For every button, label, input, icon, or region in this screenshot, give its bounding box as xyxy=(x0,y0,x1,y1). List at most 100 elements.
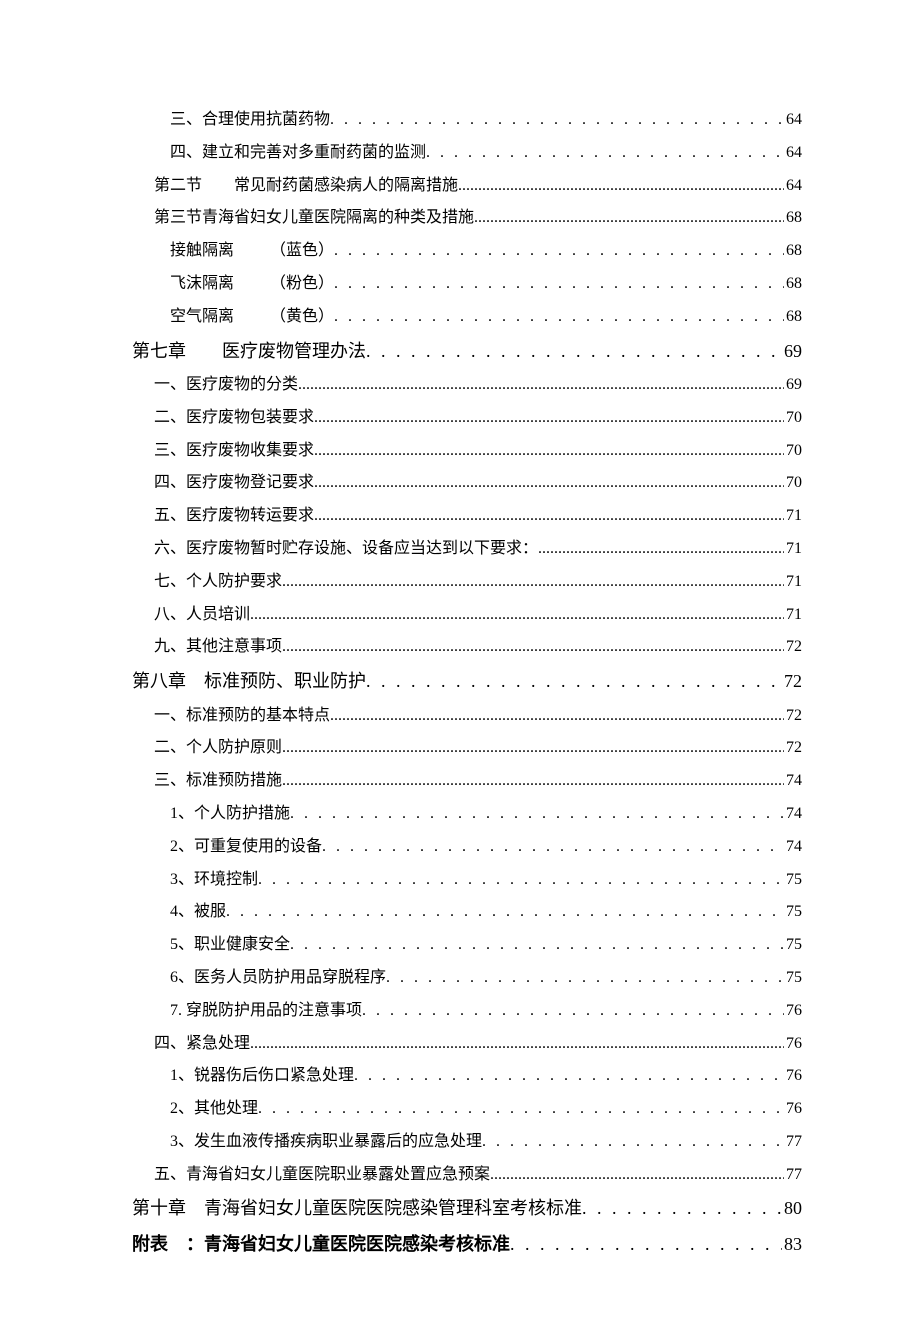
toc-leader xyxy=(250,1034,784,1055)
toc-leader xyxy=(582,1197,782,1220)
toc-leader xyxy=(366,340,782,363)
toc-leader xyxy=(334,307,784,328)
toc-entry: 第十章 青海省妇女儿童医院医院感染管理科室考核标准 80 xyxy=(132,1197,802,1220)
toc-entry: 第八章 标准预防、职业防护72 xyxy=(132,670,802,693)
toc-page-number: 71 xyxy=(784,539,802,560)
toc-label-main: 接触隔离 xyxy=(170,241,270,262)
toc-leader xyxy=(282,738,784,759)
toc-leader xyxy=(250,605,784,626)
toc-page-number: 68 xyxy=(784,208,802,229)
toc-page-number: 76 xyxy=(784,1099,802,1120)
toc-entry: 3、发生血液传播疾病职业暴露后的应急处理77 xyxy=(132,1132,802,1153)
toc-page-number: 68 xyxy=(784,274,802,295)
toc-label: 第二节 常见耐药菌感染病人的隔离措施 xyxy=(154,176,458,197)
toc-leader xyxy=(362,1001,784,1022)
toc-label: 五、青海省妇女儿童医院职业暴露处置应急预案 xyxy=(154,1165,490,1186)
toc-page-number: 80 xyxy=(782,1197,802,1220)
toc-page-number: 68 xyxy=(784,307,802,328)
toc-entry: 三、标准预防措施 74 xyxy=(132,771,802,792)
toc-page-number: 75 xyxy=(784,968,802,989)
toc-entry: 二、医疗废物包装要求70 xyxy=(132,408,802,429)
toc-entry: 第三节青海省妇女儿童医院隔离的种类及措施 68 xyxy=(132,208,802,229)
toc-label: 6、医务人员防护用品穿脱程序 xyxy=(170,968,386,989)
toc-entry: 一、医疗废物的分类 69 xyxy=(132,375,802,396)
toc-leader xyxy=(258,870,784,891)
toc-entry: 1、锐器伤后伤口紧急处理 76 xyxy=(132,1066,802,1087)
toc-label: 二、个人防护原则 xyxy=(154,738,282,759)
toc-page-number: 83 xyxy=(782,1233,802,1256)
toc-leader xyxy=(226,902,784,923)
toc-page-number: 70 xyxy=(784,473,802,494)
toc-leader xyxy=(510,1233,782,1256)
toc-entry: 空气隔离（黄色） 68 xyxy=(132,307,802,328)
toc-label: 3、环境控制 xyxy=(170,870,258,891)
toc-page-number: 68 xyxy=(784,241,802,262)
toc-leader xyxy=(490,1165,784,1186)
toc-entry: 飞沫隔离（粉色） 68 xyxy=(132,274,802,295)
toc-leader xyxy=(314,473,784,494)
toc-page: 三、合理使用抗菌药物64四、建立和完善对多重耐药菌的监测64第二节 常见耐药菌感… xyxy=(0,0,920,1328)
toc-entry: 六、医疗废物暂时贮存设施、设备应当达到以下要求： 71 xyxy=(132,539,802,560)
toc-label-main: 飞沫隔离 xyxy=(170,274,270,295)
toc-page-number: 76 xyxy=(784,1066,802,1087)
toc-page-number: 77 xyxy=(784,1132,802,1153)
toc-page-number: 69 xyxy=(782,340,802,363)
toc-page-number: 75 xyxy=(784,935,802,956)
toc-entry: 五、医疗废物转运要求71 xyxy=(132,506,802,527)
toc-label-note: （黄色） xyxy=(270,307,334,328)
toc-page-number: 72 xyxy=(784,637,802,658)
toc-label: 三、标准预防措施 xyxy=(154,771,282,792)
toc-entry: 七、个人防护要求 71 xyxy=(132,572,802,593)
toc-page-number: 64 xyxy=(784,176,802,197)
toc-entry: 第七章 医疗废物管理办法 69 xyxy=(132,340,802,363)
toc-label: 一、标准预防的基本特点 xyxy=(154,706,330,727)
toc-label-note: （蓝色） xyxy=(270,241,334,262)
toc-page-number: 75 xyxy=(784,902,802,923)
toc-leader xyxy=(334,274,784,295)
toc-page-number: 71 xyxy=(784,506,802,527)
toc-entry: 3、环境控制75 xyxy=(132,870,802,891)
toc-page-number: 69 xyxy=(784,375,802,396)
toc-label: 三、合理使用抗菌药物 xyxy=(170,110,330,131)
toc-page-number: 64 xyxy=(784,143,802,164)
toc-entry: 一、标准预防的基本特点72 xyxy=(132,706,802,727)
toc-label: 4、被服 xyxy=(170,902,226,923)
toc-label: 飞沫隔离（粉色） xyxy=(170,274,334,295)
toc-label: 空气隔离（黄色） xyxy=(170,307,334,328)
toc-leader xyxy=(386,968,784,989)
toc-leader xyxy=(366,670,782,693)
toc-leader xyxy=(458,176,784,197)
toc-leader xyxy=(330,110,784,131)
toc-leader xyxy=(298,375,784,396)
toc-label: 7. 穿脱防护用品的注意事项 xyxy=(170,1001,362,1022)
toc-leader xyxy=(426,143,784,164)
toc-page-number: 76 xyxy=(784,1001,802,1022)
toc-leader xyxy=(482,1132,784,1153)
toc-page-number: 71 xyxy=(784,572,802,593)
toc-leader xyxy=(314,506,784,527)
toc-label: 第十章 青海省妇女儿童医院医院感染管理科室考核标准 xyxy=(132,1197,582,1220)
toc-label: 九、其他注意事项 xyxy=(154,637,282,658)
toc-entry: 四、医疗废物登记要求70 xyxy=(132,473,802,494)
toc-entry: 九、其他注意事项 72 xyxy=(132,637,802,658)
toc-label: 一、医疗废物的分类 xyxy=(154,375,298,396)
toc-page-number: 74 xyxy=(784,771,802,792)
toc-label: 八、人员培训 xyxy=(154,605,250,626)
toc-entry: 1、个人防护措施74 xyxy=(132,804,802,825)
toc-label: 七、个人防护要求 xyxy=(154,572,282,593)
toc-entry: 2、可重复使用的设备74 xyxy=(132,837,802,858)
toc-label: 附表 ：青海省妇女儿童医院医院感染考核标准 xyxy=(132,1233,510,1256)
toc-entry: 八、人员培训71 xyxy=(132,605,802,626)
toc-leader xyxy=(314,441,784,462)
toc-entry: 三、合理使用抗菌药物64 xyxy=(132,110,802,131)
toc-leader xyxy=(282,637,784,658)
toc-page-number: 72 xyxy=(784,738,802,759)
toc-label: 第七章 医疗废物管理办法 xyxy=(132,340,366,363)
toc-entry: 接触隔离（蓝色） 68 xyxy=(132,241,802,262)
toc-label-main: 空气隔离 xyxy=(170,307,270,328)
toc-leader xyxy=(354,1066,784,1087)
toc-label: 六、医疗废物暂时贮存设施、设备应当达到以下要求： xyxy=(154,539,538,560)
toc-label: 第三节青海省妇女儿童医院隔离的种类及措施 xyxy=(154,208,474,229)
toc-leader xyxy=(290,935,784,956)
toc-label: 1、锐器伤后伤口紧急处理 xyxy=(170,1066,354,1087)
